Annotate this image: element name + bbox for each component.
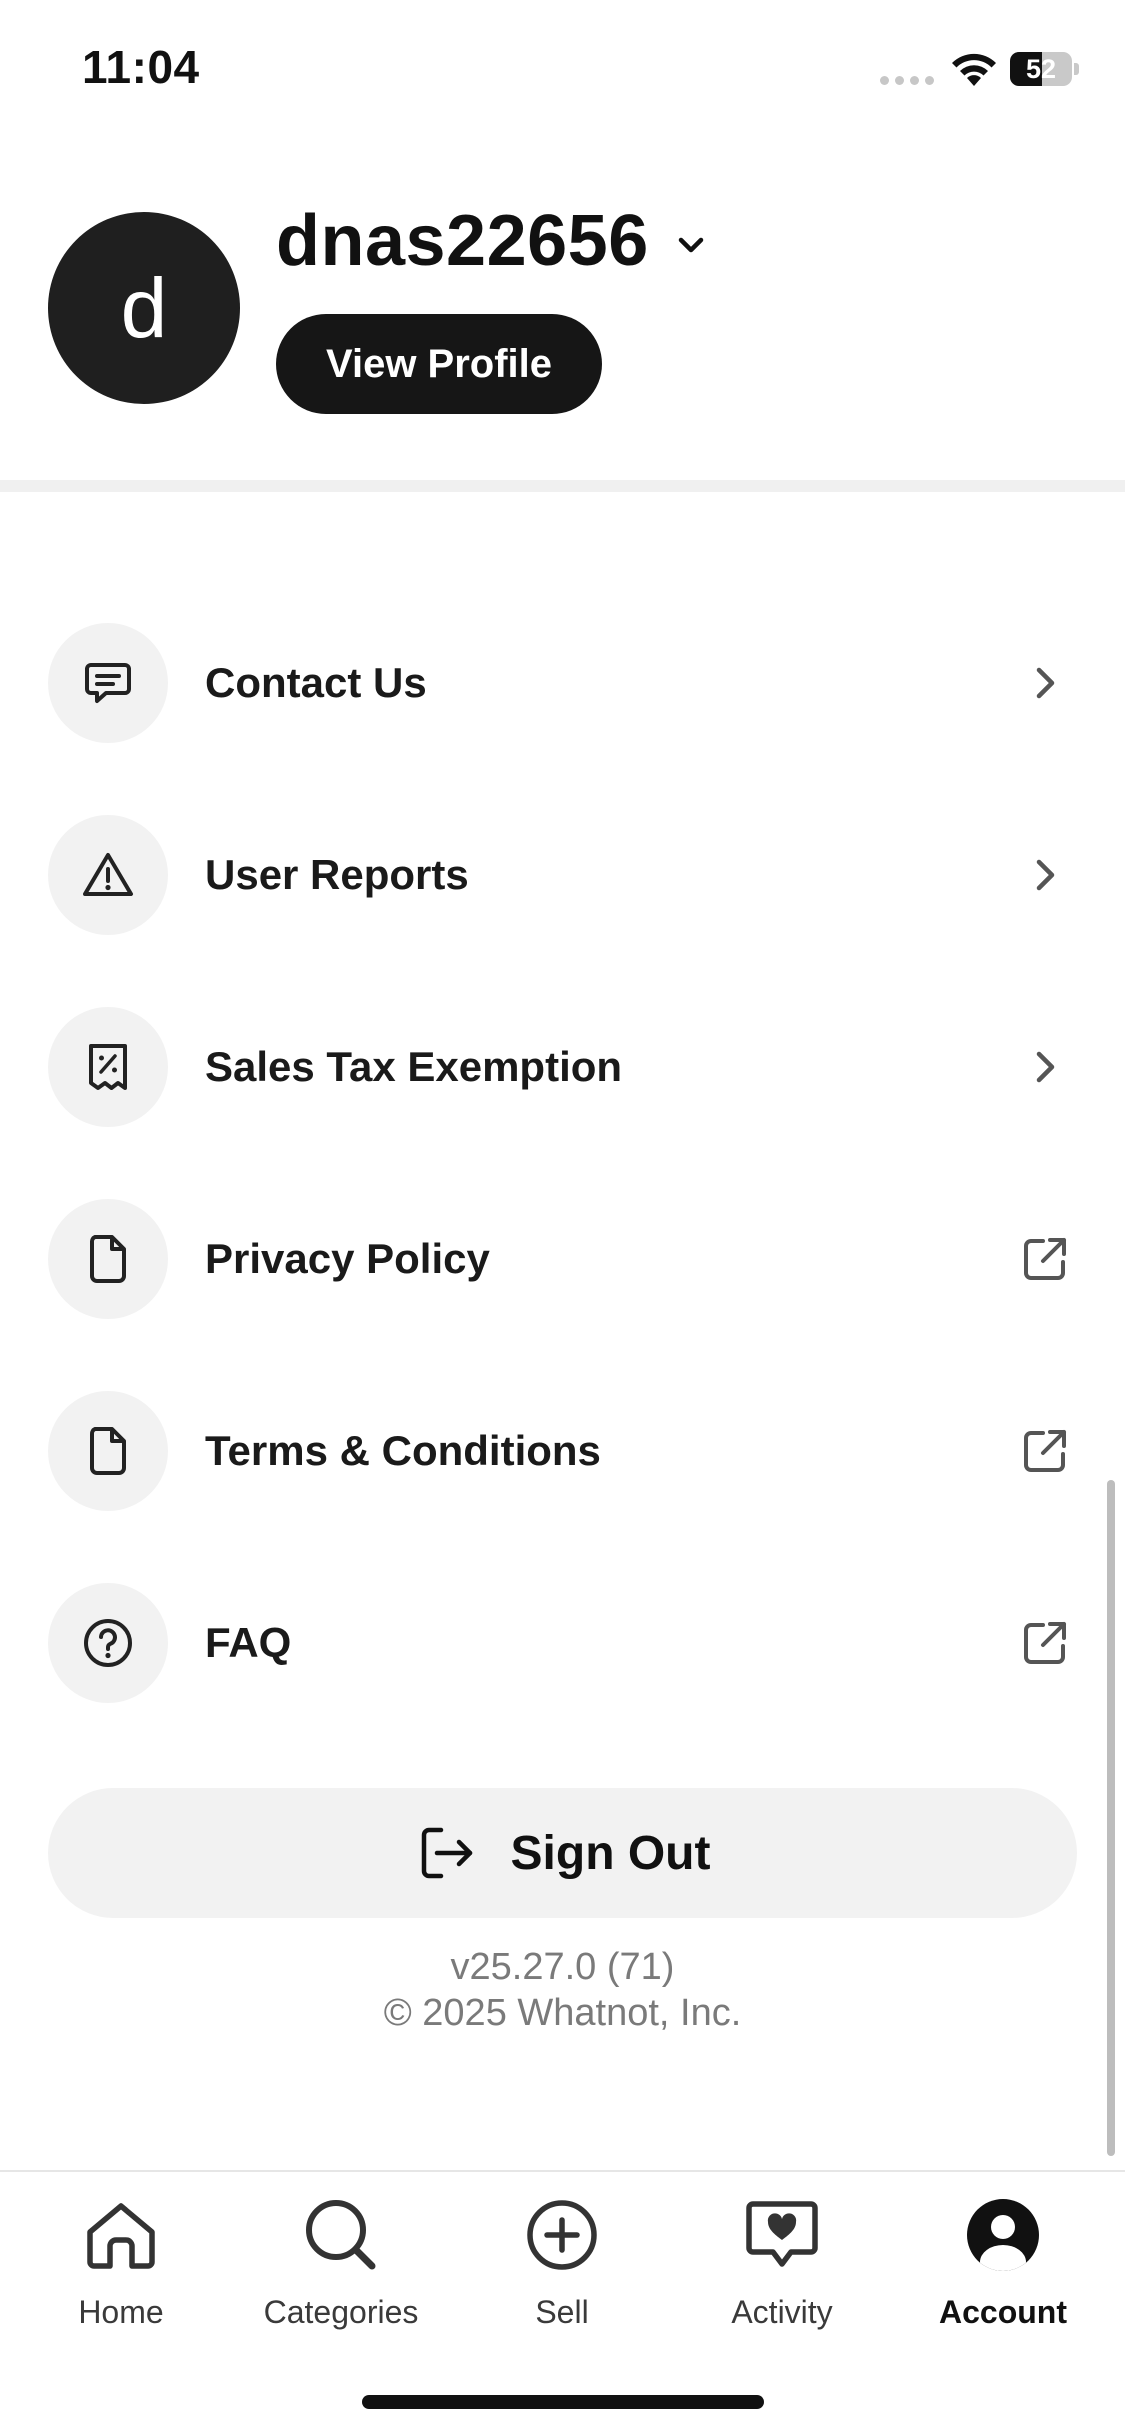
question-circle-icon — [48, 1583, 168, 1703]
username: dnas22656 — [276, 201, 649, 281]
tab-home[interactable]: Home — [11, 2194, 231, 2331]
menu-item-label: Contact Us — [205, 659, 427, 706]
version-info: v25.27.0 (71) © 2025 Whatnot, Inc. — [0, 1944, 1125, 2036]
chevron-right-icon — [1036, 1051, 1055, 1083]
tab-label: Account — [939, 2294, 1067, 2330]
document-icon — [48, 1391, 168, 1511]
wifi-icon — [952, 53, 996, 86]
plus-circle-icon — [527, 2200, 597, 2270]
tab-label: Home — [78, 2294, 164, 2330]
tab-label: Sell — [535, 2294, 589, 2330]
receipt-percent-icon — [48, 1007, 168, 1127]
sign-out-button[interactable]: Sign Out — [48, 1788, 1077, 1918]
chevron-right-icon — [1036, 859, 1055, 891]
view-profile-button[interactable]: View Profile — [276, 314, 603, 414]
home-indicator[interactable] — [362, 2395, 764, 2409]
account-icon — [967, 2199, 1039, 2271]
tab-label: Activity — [731, 2294, 833, 2330]
external-link-icon — [1024, 1238, 1066, 1280]
home-icon — [87, 2203, 155, 2269]
document-icon — [48, 1199, 168, 1319]
account-switcher[interactable]: dnas22656 — [276, 200, 709, 282]
external-link-icon — [1024, 1622, 1066, 1664]
avatar-letter: d — [120, 260, 168, 355]
status-time: 11:04 — [82, 41, 200, 93]
menu-item-faq[interactable]: FAQ — [0, 1568, 1125, 1718]
battery-icon: 52 — [1010, 52, 1079, 86]
battery-percent: 52 — [1025, 54, 1057, 84]
menu-item-label: User Reports — [205, 851, 469, 898]
chevron-right-icon — [1036, 667, 1055, 699]
menu-item-user-reports[interactable]: User Reports — [0, 800, 1125, 950]
sign-out-label: Sign Out — [510, 1826, 711, 1880]
menu-item-label: Sales Tax Exemption — [205, 1043, 623, 1090]
tab-categories[interactable]: Categories — [231, 2194, 451, 2331]
menu-item-label: FAQ — [205, 1619, 292, 1666]
avatar[interactable]: d — [48, 212, 240, 404]
section-divider — [0, 480, 1125, 492]
chat-icon — [48, 623, 168, 743]
chevron-down-icon — [678, 237, 704, 253]
menu-item-label: Terms & Conditions — [205, 1427, 601, 1474]
sign-out-icon — [421, 1827, 472, 1879]
app-version: v25.27.0 (71) — [450, 1946, 675, 1988]
menu-item-contact-us[interactable]: Contact Us — [0, 608, 1125, 758]
tab-sell[interactable]: Sell — [452, 2194, 672, 2331]
status-bar: 11:04 52 — [0, 0, 1125, 140]
tab-label: Categories — [263, 2294, 419, 2330]
menu-item-label: Privacy Policy — [205, 1235, 490, 1282]
external-link-icon — [1024, 1430, 1066, 1472]
warning-icon — [48, 815, 168, 935]
menu-item-sales-tax-exemption[interactable]: Sales Tax Exemption — [0, 992, 1125, 1142]
menu-item-privacy-policy[interactable]: Privacy Policy — [0, 1184, 1125, 1334]
copyright: © 2025 Whatnot, Inc. — [383, 1992, 742, 2034]
cellular-signal-icon — [880, 76, 934, 85]
search-icon — [306, 2200, 376, 2270]
heart-chat-icon — [746, 2201, 818, 2267]
menu-item-terms-conditions[interactable]: Terms & Conditions — [0, 1376, 1125, 1526]
tab-activity[interactable]: Activity — [672, 2194, 892, 2331]
tab-account[interactable]: Account — [893, 2194, 1113, 2331]
scrollbar[interactable] — [1107, 1480, 1115, 2156]
